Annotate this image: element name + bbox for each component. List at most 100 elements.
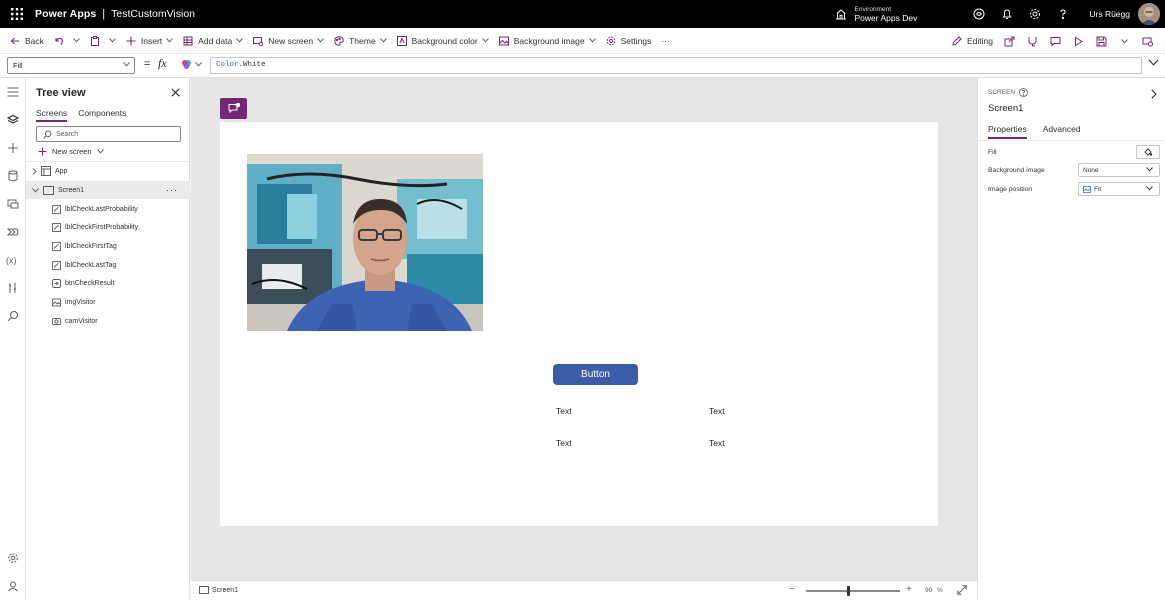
media-icon[interactable] [0,190,26,218]
label-icon [52,260,61,270]
tree-node-control[interactable]: lblCheckLastTag [26,256,190,274]
tree-node-control[interactable]: camVisitor [26,312,190,330]
app-name[interactable]: Power Apps [35,8,96,20]
tree-node-control[interactable]: lblCheckLastProbability [26,200,190,218]
check-result-button[interactable]: Button [553,364,638,385]
fit-to-window-icon[interactable] [957,585,967,595]
copilot-formula-button[interactable] [181,59,202,70]
notifications-bell-icon[interactable] [993,0,1021,28]
variables-icon[interactable]: (x) [0,246,26,274]
expand-formula-chevron-icon[interactable] [1148,59,1159,66]
new-screen-button[interactable]: New screen [248,28,329,54]
tab-screens[interactable]: Screens [36,108,68,122]
hamburger-menu-icon[interactable] [0,78,26,106]
tab-components[interactable]: Components [78,108,126,122]
zoom-slider-thumb[interactable] [846,586,850,596]
environment-picker[interactable]: Environment Power Apps Dev [835,5,917,23]
theme-button[interactable]: Theme [329,28,391,54]
tree-node-screen1[interactable]: Screen1 ··· [26,181,190,199]
new-screen-label: New screen [52,147,92,156]
publish-icon[interactable] [1136,28,1159,54]
tree-node-control[interactable]: lblCheckFirstProbability [26,219,190,237]
more-options-button[interactable]: ··· [166,185,178,195]
search-icon[interactable] [0,302,26,330]
tree-node-label: Screen1 [58,186,85,194]
power-automate-icon[interactable] [0,218,26,246]
share-icon[interactable] [998,28,1021,54]
tree-view-layers-icon[interactable] [0,106,26,134]
screen-icon [43,185,54,195]
insert-plus-icon[interactable] [0,134,26,162]
copilot-chat-button[interactable] [220,98,247,119]
chevron-down-icon [379,38,387,43]
editing-mode-button[interactable]: Editing [947,28,998,54]
tab-properties[interactable]: Properties [988,124,1027,139]
formula-keyword: Color [216,61,239,69]
label-check-last-probability[interactable]: Text [709,438,725,448]
save-options-chevron-icon[interactable] [1113,28,1136,54]
background-image-dropdown[interactable]: None [1078,163,1160,177]
add-data-button[interactable]: Add data [178,28,248,54]
user-name[interactable]: Urs Rüegg [1089,9,1130,19]
copilot-icon[interactable] [965,0,993,28]
formula-input[interactable]: Color.White [210,57,1142,74]
zoom-out-button[interactable]: − [789,584,795,595]
screen-icon [199,586,209,594]
save-icon[interactable] [1090,28,1113,54]
zoom-slider[interactable] [806,586,900,596]
close-icon[interactable] [171,88,180,97]
control-kind-label: SCREEN [988,89,1016,96]
formula-bar: Fill = fx Color.White [0,54,1165,78]
zoom-value[interactable]: 90 [925,587,932,594]
property-dropdown[interactable]: Fill [7,57,135,74]
background-color-button[interactable]: Background color [392,28,494,54]
label-check-first-tag[interactable]: Text [556,406,572,416]
background-image-property-row: Background image None [988,163,1160,179]
settings-gear-icon[interactable] [0,544,26,572]
database-icon [183,36,193,45]
svg-text:(x): (x) [6,256,17,266]
label-check-last-tag[interactable]: Text [556,438,572,448]
equals-sign: = [144,58,151,70]
zoom-in-button[interactable]: + [906,584,912,595]
plus-icon [126,36,136,45]
new-screen-button[interactable]: New screen [38,147,109,156]
tree-node-control[interactable]: imgVisitor [26,294,190,312]
breadcrumb[interactable]: Screen1 [199,586,238,594]
help-icon[interactable] [1049,0,1077,28]
settings-gear-icon[interactable] [1021,0,1049,28]
tree-node-app[interactable]: App [26,162,190,180]
tree-node-control[interactable]: lblCheckFirstTag [26,237,190,255]
virtual-agent-icon[interactable] [0,572,26,600]
advanced-tools-icon[interactable] [0,274,26,302]
back-arrow-icon [10,37,19,44]
tree-node-control[interactable]: btnCheckResult [26,275,190,293]
more-commands-button[interactable]: ··· [656,28,675,54]
chevron-down-icon [73,38,80,43]
chevron-right-icon[interactable] [1151,89,1157,99]
app-launcher-icon[interactable] [5,0,29,28]
tree-search-input[interactable]: Search [36,126,181,142]
visitor-camera-image[interactable] [247,154,483,331]
insert-button[interactable]: Insert [121,28,178,54]
screen-canvas[interactable]: Button Text Text Text Text [220,122,938,526]
settings-label: Settings [620,35,652,46]
background-image-button[interactable]: Background image [494,28,601,54]
undo-button[interactable] [49,28,85,54]
fill-color-picker[interactable] [1136,145,1160,159]
settings-button[interactable]: Settings [601,28,657,54]
image-position-dropdown[interactable]: Fit [1078,182,1160,196]
help-circle-icon[interactable] [1019,88,1028,97]
paint-bucket-icon [1144,148,1152,156]
play-preview-icon[interactable] [1067,28,1090,54]
comments-icon[interactable] [1044,28,1067,54]
avatar[interactable] [1138,3,1160,25]
label-check-first-probability[interactable]: Text [709,406,725,416]
paste-button[interactable] [85,28,121,54]
back-button[interactable]: Back [5,28,49,54]
data-cylinder-icon[interactable] [0,162,26,190]
chevron-down-icon [166,38,174,43]
app-checker-icon[interactable] [1021,28,1044,54]
back-label: Back [25,35,44,46]
tab-advanced[interactable]: Advanced [1043,124,1081,139]
